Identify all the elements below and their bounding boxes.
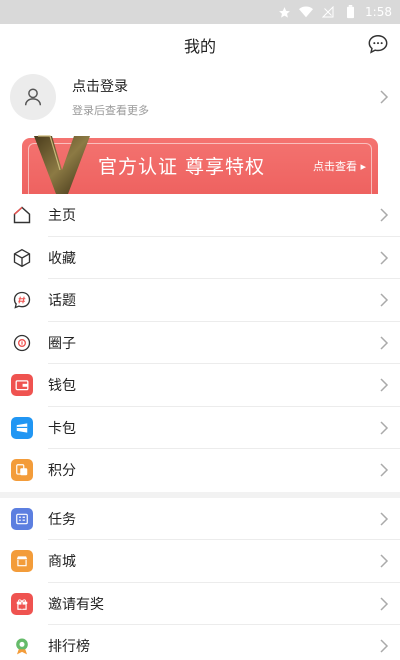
chat-bubble-icon — [368, 35, 388, 54]
menu-item-favorites[interactable]: 收藏 — [0, 237, 400, 279]
hashtag-icon — [10, 288, 34, 312]
menu-section-1: 主页 收藏 话题 圈子 钱包 卡包 积分 — [0, 194, 400, 492]
menu-label: 排行榜 — [48, 639, 90, 656]
ranking-icon — [10, 634, 34, 658]
menu-item-card-wallet[interactable]: 卡包 — [0, 407, 400, 449]
signal-icon — [321, 5, 335, 19]
chevron-right-icon — [380, 293, 389, 307]
message-button[interactable] — [366, 32, 390, 56]
vip-title: 官方认证 尊享特权 — [98, 156, 266, 178]
menu-label: 商城 — [48, 554, 76, 571]
menu-label: 邀请有奖 — [48, 596, 104, 613]
login-subtitle: 登录后查看更多 — [72, 104, 149, 117]
menu-item-points[interactable]: 积分 — [0, 449, 400, 492]
task-icon — [10, 507, 34, 531]
menu-label: 任务 — [48, 511, 76, 528]
chevron-right-icon — [380, 250, 389, 265]
chevron-right-icon — [380, 639, 389, 653]
menu-label: 圈子 — [48, 335, 76, 352]
wallet-icon — [10, 373, 34, 397]
chevron-right-icon — [380, 511, 389, 526]
menu-label: 主页 — [48, 208, 76, 225]
chevron-right-icon — [380, 554, 389, 568]
avatar — [10, 74, 56, 120]
star-icon — [277, 5, 291, 19]
chevron-right-icon — [380, 208, 389, 222]
shop-icon — [10, 549, 34, 573]
circle-icon — [10, 331, 34, 355]
menu-item-circles[interactable]: 圈子 — [0, 322, 400, 364]
chevron-right-icon — [380, 90, 389, 104]
status-bar: 1:58 — [0, 0, 400, 24]
menu-item-tasks[interactable]: 任务 — [0, 498, 400, 540]
menu-label: 钱包 — [48, 378, 76, 395]
menu-label: 卡包 — [48, 420, 76, 437]
vip-view-link[interactable]: 点击查看 ▸ — [313, 158, 366, 174]
chevron-right-icon — [380, 463, 389, 477]
page-header: 我的 — [0, 24, 400, 66]
battery-icon — [343, 5, 357, 19]
menu-item-home[interactable]: 主页 — [0, 194, 400, 237]
chevron-right-icon — [380, 378, 389, 392]
menu-item-ranking[interactable]: 排行榜 — [0, 625, 400, 660]
menu-item-topics[interactable]: 话题 — [0, 279, 400, 322]
menu-item-invite-rewards[interactable]: 邀请有奖 — [0, 583, 400, 625]
chevron-right-icon — [380, 420, 389, 435]
chevron-right-icon — [380, 596, 389, 611]
user-icon — [24, 88, 42, 106]
menu-section-2: 任务 商城 邀请有奖 排行榜 — [0, 497, 400, 660]
page-title: 我的 — [183, 37, 216, 56]
box-icon — [10, 246, 34, 270]
menu-label: 收藏 — [48, 250, 76, 267]
login-label: 点击登录 — [72, 79, 128, 95]
home-icon — [10, 203, 34, 227]
menu-label: 话题 — [48, 293, 76, 310]
menu-label: 积分 — [48, 463, 76, 480]
status-time: 1:58 — [365, 5, 392, 19]
chevron-right-icon — [380, 335, 389, 350]
vip-banner[interactable]: 官方认证 尊享特权 点击查看 ▸ — [0, 132, 400, 194]
vip-logo-icon — [30, 132, 94, 198]
wifi-icon — [299, 5, 314, 19]
profile-login-row[interactable]: 点击登录 登录后查看更多 — [0, 66, 400, 128]
points-icon — [10, 458, 34, 482]
menu-item-shop[interactable]: 商城 — [0, 540, 400, 583]
card-icon — [10, 416, 34, 440]
gift-icon — [10, 592, 34, 616]
menu-item-wallet[interactable]: 钱包 — [0, 364, 400, 407]
